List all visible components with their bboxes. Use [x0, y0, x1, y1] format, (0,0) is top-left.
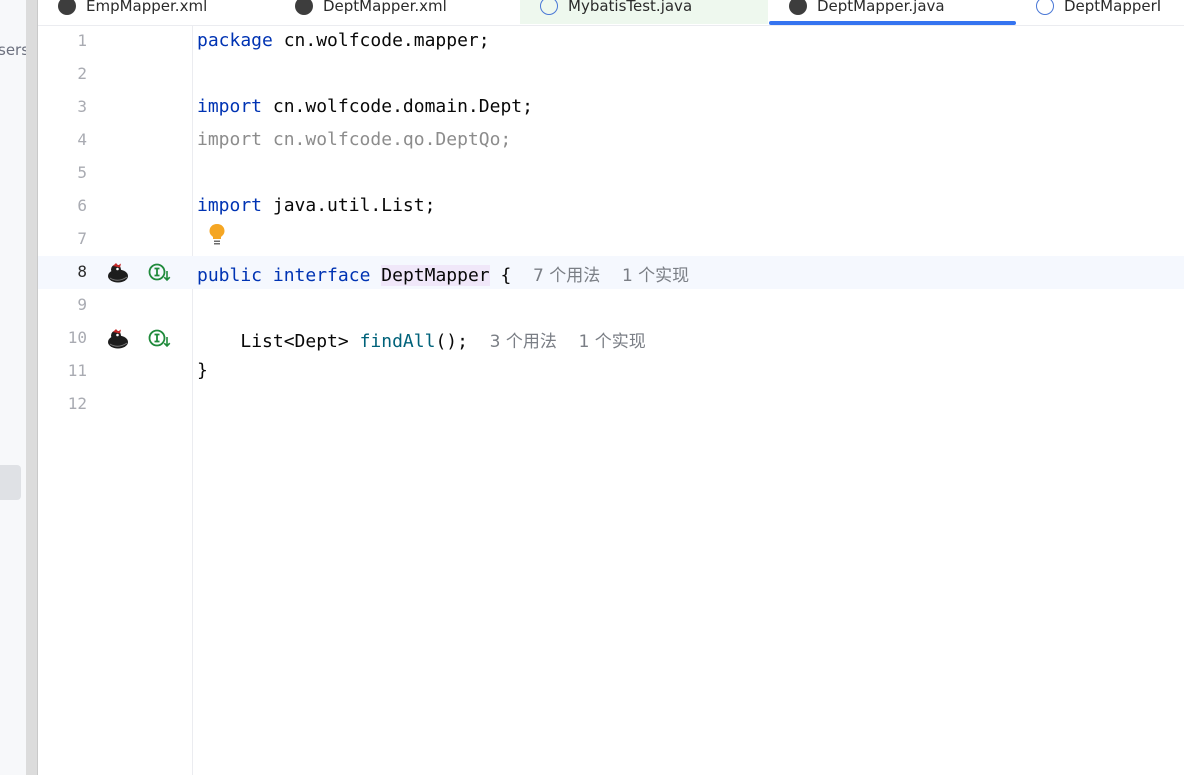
mybatis-bird-icon[interactable]: [106, 328, 130, 350]
unused-import: import cn.wolfcode.qo.DeptQo;: [197, 129, 512, 150]
line-number: 1: [77, 31, 87, 50]
package-name: cn.wolfcode.mapper;: [272, 30, 490, 51]
intention-bulb-icon[interactable]: [207, 223, 227, 247]
line-number: 4: [77, 130, 87, 149]
tab-deptmapperimpl-java[interactable]: DeptMapperI: [1016, 0, 1184, 24]
code-line[interactable]: 1 package cn.wolfcode.mapper;: [38, 25, 1184, 58]
code-line-current[interactable]: 8 public interface DeptMapper { 7 个用法 1 …: [38, 256, 1184, 289]
line-number: 12: [67, 394, 87, 413]
code-line[interactable]: 4 import cn.wolfcode.qo.DeptQo;: [38, 124, 1184, 157]
project-panel-edge: sers\: [0, 0, 26, 775]
code-line[interactable]: 3 import cn.wolfcode.domain.Dept;: [38, 91, 1184, 124]
return-type: List<Dept>: [240, 331, 360, 352]
mybatis-interface-icon: [789, 0, 807, 15]
code-line[interactable]: 2: [38, 58, 1184, 91]
tab-deptmapper-xml[interactable]: DeptMapper.xml: [275, 0, 519, 24]
tab-label: DeptMapper.xml: [323, 0, 447, 15]
open-brace: {: [489, 265, 512, 286]
implementations-inlay-hint[interactable]: 1 个实现: [579, 332, 646, 352]
keyword: public: [197, 265, 263, 286]
keyword: interface: [272, 265, 371, 286]
line-number: 9: [77, 295, 87, 314]
code-text: import java.util.List;: [197, 195, 435, 216]
code-line[interactable]: 9: [38, 289, 1184, 322]
tab-label: DeptMapperI: [1064, 0, 1162, 15]
tab-deptmapper-java[interactable]: DeptMapper.java: [769, 0, 1016, 25]
keyword: import: [197, 96, 263, 117]
line-number: 7: [77, 229, 87, 248]
import-path: cn.wolfcode.domain.Dept;: [262, 96, 533, 117]
keyword: import: [197, 195, 263, 216]
mybatis-bird-icon[interactable]: [106, 262, 130, 284]
code-text: List<Dept> findAll(); 3 个用法 1 个实现: [197, 327, 646, 352]
line-number: 6: [77, 196, 87, 215]
code-line[interactable]: 10 List<Dept> findAll(); 3 个用法 1 个实现: [38, 322, 1184, 355]
implementation-gutter-icon[interactable]: [148, 262, 172, 284]
interface-name[interactable]: DeptMapper: [381, 265, 490, 286]
line-number: 8: [77, 262, 87, 281]
line-number: 3: [77, 97, 87, 116]
code-line[interactable]: 5: [38, 157, 1184, 190]
method-params: ();: [435, 331, 468, 352]
implementation-gutter-icon[interactable]: [148, 328, 172, 350]
panel-splitter[interactable]: [26, 0, 38, 775]
code-text: import cn.wolfcode.domain.Dept;: [197, 96, 533, 117]
code-line[interactable]: 12: [38, 388, 1184, 421]
mybatis-xml-icon: [58, 0, 76, 15]
method-name[interactable]: findAll: [360, 331, 436, 352]
line-number: 11: [67, 361, 87, 380]
java-class-icon: [540, 0, 558, 15]
tab-label: EmpMapper.xml: [86, 0, 208, 15]
line-number: 2: [77, 64, 87, 83]
code-line[interactable]: 6 import java.util.List;: [38, 190, 1184, 223]
close-brace: }: [197, 360, 208, 381]
line-number: 5: [77, 163, 87, 182]
implementations-inlay-hint[interactable]: 1 个实现: [622, 266, 689, 286]
tab-empmapper-xml[interactable]: EmpMapper.xml: [38, 0, 273, 24]
line-number: 10: [67, 328, 87, 347]
tab-mybatistest-java[interactable]: MybatisTest.java: [520, 0, 768, 24]
project-path-fragment: sers\: [0, 41, 26, 59]
project-selected-row[interactable]: [0, 465, 21, 500]
code-text: package cn.wolfcode.mapper;: [197, 30, 490, 51]
keyword: package: [197, 30, 273, 51]
editor-tab-bar: EmpMapper.xml DeptMapper.xml MybatisTest…: [38, 0, 1184, 26]
usages-inlay-hint[interactable]: 3 个用法: [490, 332, 557, 352]
import-path: java.util.List;: [262, 195, 436, 216]
code-text: public interface DeptMapper { 7 个用法 1 个实…: [197, 261, 689, 286]
java-class-icon: [1036, 0, 1054, 15]
usages-inlay-hint[interactable]: 7 个用法: [533, 266, 600, 286]
code-editor[interactable]: 1 package cn.wolfcode.mapper; 2 3 import…: [38, 25, 1184, 775]
tab-label: DeptMapper.java: [817, 0, 945, 15]
tab-label: MybatisTest.java: [568, 0, 693, 15]
code-line[interactable]: 11 }: [38, 355, 1184, 388]
mybatis-xml-icon: [295, 0, 313, 15]
